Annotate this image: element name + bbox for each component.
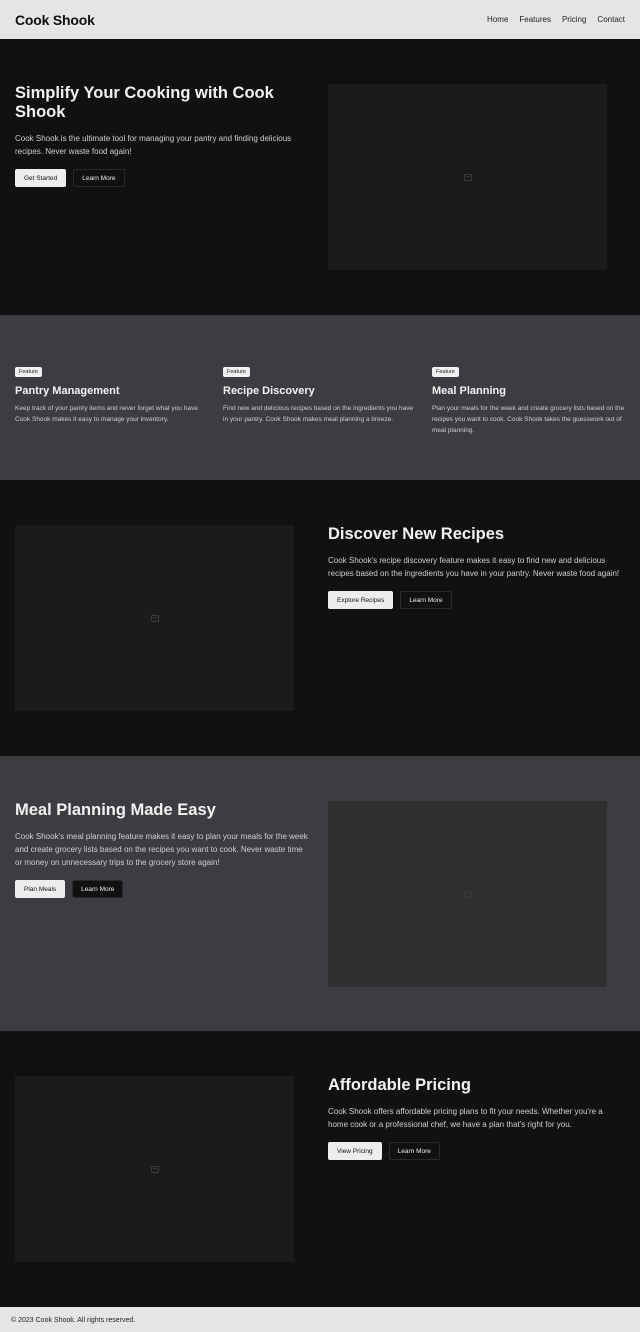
meal-planning-section: Meal Planning Made Easy Cook Shook's mea… bbox=[0, 756, 640, 1031]
plan-meals-button[interactable]: Plan Meals bbox=[15, 880, 66, 898]
site-header: Cook Shook Home Features Pricing Contact bbox=[0, 0, 640, 39]
nav-pricing[interactable]: Pricing bbox=[562, 15, 586, 24]
copyright-text: © 2023 Cook Shook. All rights reserved. bbox=[11, 1316, 136, 1324]
image-icon bbox=[150, 614, 159, 622]
pricing-actions: View Pricing Learn More bbox=[328, 1142, 624, 1160]
feature-badge: Feature bbox=[223, 367, 250, 377]
brand-logo[interactable]: Cook Shook bbox=[15, 12, 95, 28]
discover-description: Cook Shook's recipe discovery feature ma… bbox=[328, 556, 620, 578]
image-icon bbox=[463, 890, 472, 898]
feature-title: Pantry Management bbox=[15, 385, 120, 397]
meal-title: Meal Planning Made Easy bbox=[15, 801, 216, 819]
discover-actions: Explore Recipes Learn More bbox=[328, 591, 624, 609]
feature-description: Find new and delicious recipes based on … bbox=[223, 405, 414, 423]
feature-description: Plan your meals for the week and create … bbox=[432, 405, 625, 434]
discover-image bbox=[15, 525, 294, 711]
hero-text: Simplify Your Cooking with Cook Shook Co… bbox=[15, 84, 311, 187]
discover-section: Discover New Recipes Cook Shook's recipe… bbox=[0, 480, 640, 756]
meal-description: Cook Shook's meal planning feature makes… bbox=[15, 832, 308, 867]
pricing-title: Affordable Pricing bbox=[328, 1076, 472, 1094]
features-section: Feature Pantry Management Keep track of … bbox=[0, 315, 640, 480]
hero-section: Simplify Your Cooking with Cook Shook Co… bbox=[0, 39, 640, 315]
discover-title: Discover New Recipes bbox=[328, 525, 505, 543]
meal-text: Meal Planning Made Easy Cook Shook's mea… bbox=[15, 801, 311, 898]
image-icon bbox=[463, 173, 472, 181]
pricing-section: Affordable Pricing Cook Shook offers aff… bbox=[0, 1031, 640, 1307]
hero-learn-more-button[interactable]: Learn More bbox=[73, 169, 125, 187]
feature-badge: Feature bbox=[15, 367, 42, 377]
site-footer: © 2023 Cook Shook. All rights reserved. bbox=[0, 1307, 640, 1332]
feature-badge: Feature bbox=[432, 367, 459, 377]
feature-title: Meal Planning bbox=[432, 385, 506, 397]
explore-recipes-button[interactable]: Explore Recipes bbox=[328, 591, 394, 609]
hero-title: Simplify Your Cooking with Cook Shook bbox=[15, 84, 274, 121]
hero-image bbox=[328, 84, 607, 270]
meal-learn-more-button[interactable]: Learn More bbox=[72, 880, 124, 898]
pricing-description: Cook Shook offers affordable pricing pla… bbox=[328, 1107, 603, 1129]
feature-meal-planning: Feature Meal Planning Plan your meals fo… bbox=[432, 360, 627, 436]
meal-actions: Plan Meals Learn More bbox=[15, 880, 311, 898]
view-pricing-button[interactable]: View Pricing bbox=[328, 1142, 382, 1160]
nav-features[interactable]: Features bbox=[519, 15, 551, 24]
feature-title: Recipe Discovery bbox=[223, 385, 315, 397]
image-icon bbox=[150, 1165, 159, 1173]
hero-description: Cook Shook is the ultimate tool for mana… bbox=[15, 134, 292, 156]
discover-learn-more-button[interactable]: Learn More bbox=[400, 591, 452, 609]
feature-description: Keep track of your pantry items and neve… bbox=[15, 405, 200, 423]
pricing-image bbox=[15, 1076, 294, 1262]
pricing-text: Affordable Pricing Cook Shook offers aff… bbox=[328, 1076, 624, 1160]
feature-pantry: Feature Pantry Management Keep track of … bbox=[15, 360, 210, 425]
nav-home[interactable]: Home bbox=[487, 15, 508, 24]
hero-actions: Get Started Learn More bbox=[15, 169, 311, 187]
nav-contact[interactable]: Contact bbox=[597, 15, 625, 24]
feature-recipes: Feature Recipe Discovery Find new and de… bbox=[223, 360, 418, 425]
main-nav: Home Features Pricing Contact bbox=[487, 15, 625, 24]
discover-text: Discover New Recipes Cook Shook's recipe… bbox=[328, 525, 624, 609]
meal-image bbox=[328, 801, 607, 987]
get-started-button[interactable]: Get Started bbox=[15, 169, 67, 187]
pricing-learn-more-button[interactable]: Learn More bbox=[388, 1142, 440, 1160]
